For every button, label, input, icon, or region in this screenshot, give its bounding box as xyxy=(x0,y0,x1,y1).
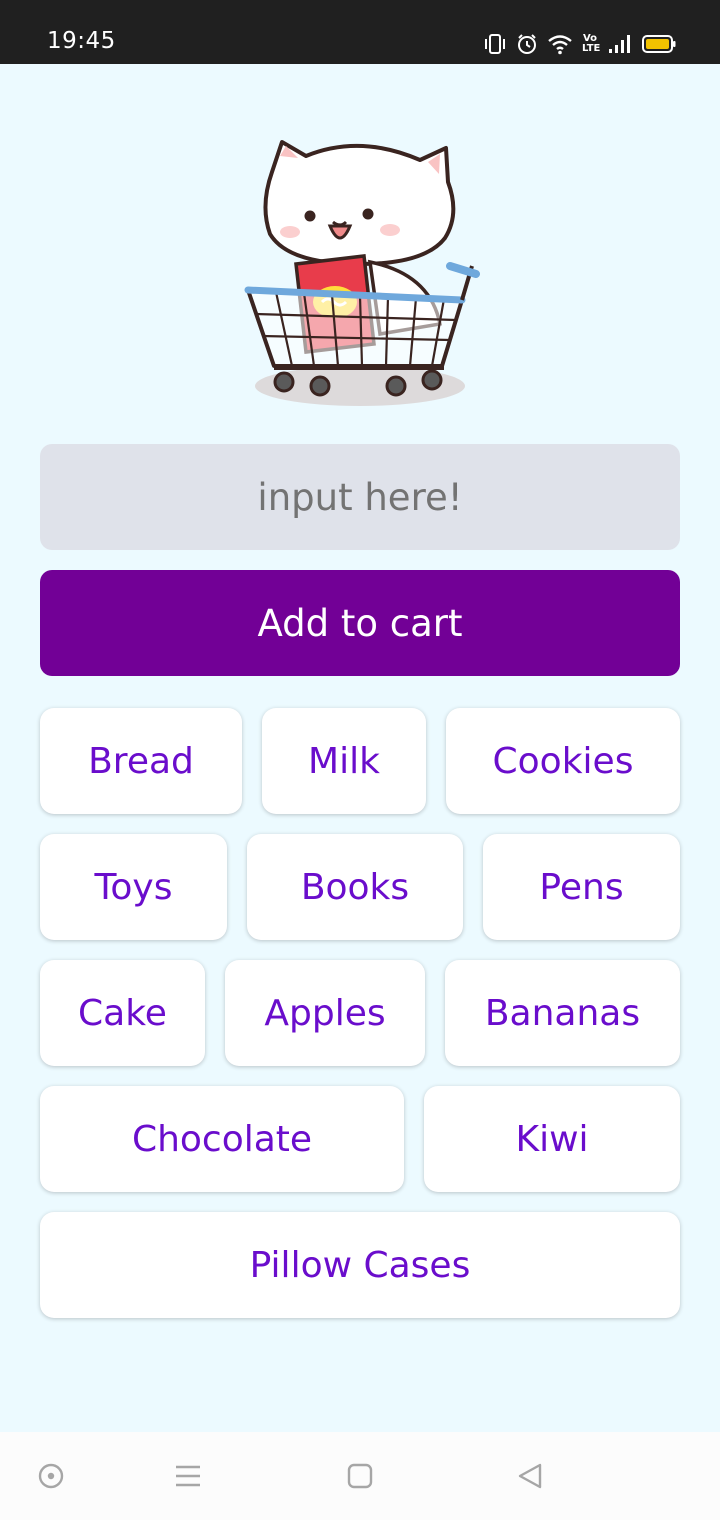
assistant-icon xyxy=(38,1463,64,1489)
home-icon xyxy=(347,1463,373,1489)
chip-bananas[interactable]: Bananas xyxy=(445,960,680,1066)
back-button[interactable] xyxy=(514,1460,546,1492)
menu-button[interactable] xyxy=(172,1460,204,1492)
chip-cake[interactable]: Cake xyxy=(40,960,205,1066)
chip-label: Pillow Cases xyxy=(249,1244,471,1286)
chip-label: Bananas xyxy=(484,992,641,1034)
status-icons: Vo LTE xyxy=(483,29,676,59)
chip-label: Kiwi xyxy=(515,1118,589,1160)
chip-kiwi[interactable]: Kiwi xyxy=(424,1086,680,1192)
chip-label: Chocolate xyxy=(131,1118,313,1160)
chip-label: Cookies xyxy=(492,740,634,782)
chip-label: Books xyxy=(300,866,410,908)
main-content: Add to cart Bread Milk Cookies Toys Book… xyxy=(0,64,720,1432)
assistant-button[interactable] xyxy=(35,1460,67,1492)
chip-pillow-cases[interactable]: Pillow Cases xyxy=(40,1212,680,1318)
item-input[interactable] xyxy=(40,444,680,550)
chip-label: Cake xyxy=(78,992,167,1034)
chip-apples[interactable]: Apples xyxy=(225,960,425,1066)
back-icon xyxy=(518,1463,542,1489)
chip-toys[interactable]: Toys xyxy=(40,834,227,940)
chip-cookies[interactable]: Cookies xyxy=(446,708,680,814)
chip-label: Pens xyxy=(539,866,624,908)
chip-label: Apples xyxy=(264,992,386,1034)
volte-icon: Vo LTE xyxy=(582,33,601,54)
alarm-icon xyxy=(518,34,536,54)
chip-pens[interactable]: Pens xyxy=(483,834,680,940)
battery-icon xyxy=(642,35,676,53)
chip-label: Milk xyxy=(308,740,380,782)
chip-row: Chocolate Kiwi xyxy=(40,1086,680,1192)
chip-chocolate[interactable]: Chocolate xyxy=(40,1086,404,1192)
chip-milk[interactable]: Milk xyxy=(262,708,426,814)
chip-bread[interactable]: Bread xyxy=(40,708,242,814)
add-to-cart-label: Add to cart xyxy=(257,601,463,645)
wifi-icon xyxy=(548,35,572,55)
chip-row: Cake Apples Bananas xyxy=(40,960,680,1066)
chip-row: Pillow Cases xyxy=(40,1212,680,1318)
chip-books[interactable]: Books xyxy=(247,834,463,940)
navigation-bar xyxy=(0,1432,720,1520)
add-to-cart-button[interactable]: Add to cart xyxy=(40,570,680,676)
menu-icon xyxy=(176,1465,200,1487)
chip-row: Bread Milk Cookies xyxy=(40,708,680,814)
status-bar: 19:45 Vo LTE xyxy=(0,0,720,64)
vibrate-icon xyxy=(485,34,505,54)
home-button[interactable] xyxy=(344,1460,376,1492)
signal-icon xyxy=(609,35,630,53)
item-chips: Bread Milk Cookies Toys Books Pens Cake … xyxy=(40,708,680,1338)
chip-row: Toys Books Pens xyxy=(40,834,680,940)
chip-label: Bread xyxy=(88,740,194,782)
status-time: 19:45 xyxy=(47,28,116,54)
cat-in-shopping-cart-icon xyxy=(244,140,480,406)
chip-label: Toys xyxy=(94,866,173,908)
